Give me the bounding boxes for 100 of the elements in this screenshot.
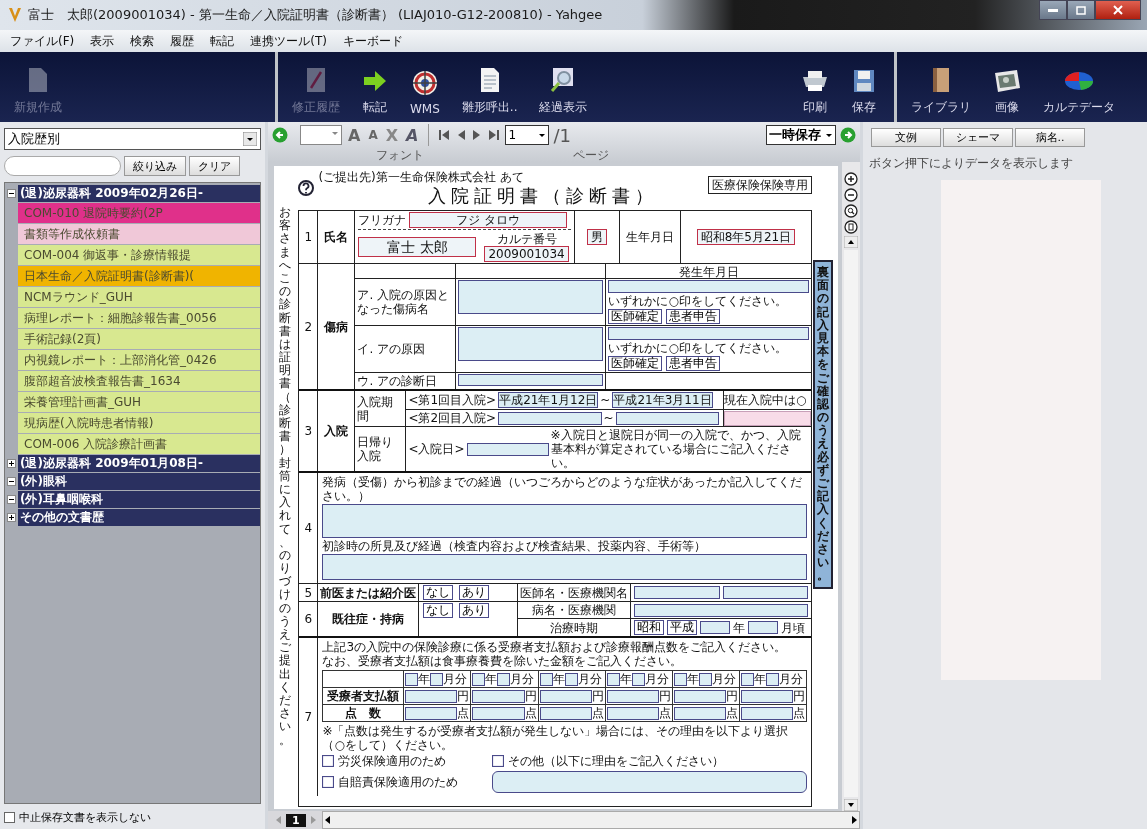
menu-item[interactable]: 履歴: [170, 32, 195, 50]
minimize-button[interactable]: [1039, 0, 1067, 20]
input-field[interactable]: [430, 672, 444, 686]
input-field[interactable]: [634, 586, 720, 599]
input-field[interactable]: [472, 689, 525, 703]
tree-item[interactable]: 手術記録(2頁): [18, 329, 260, 349]
input-field[interactable]: [615, 411, 719, 425]
text-area[interactable]: [322, 504, 807, 538]
input-field[interactable]: [564, 672, 578, 686]
menu-item[interactable]: 連携ツール(T): [250, 32, 327, 50]
input-field[interactable]: [608, 280, 809, 293]
tree-item[interactable]: 内視鏡レポート：上部消化管_0426: [18, 350, 260, 370]
toolbar-button[interactable]: ライブラリ: [907, 67, 975, 116]
panel-button[interactable]: シェーマ: [943, 128, 1013, 147]
tree-item[interactable]: NCMラウンド_GUH: [18, 287, 260, 307]
input-field[interactable]: [539, 706, 592, 720]
toolbar-button[interactable]: 印刷: [796, 69, 834, 116]
input-field[interactable]: [458, 280, 604, 314]
birth-date-field[interactable]: 昭和8年5月21日: [696, 229, 796, 245]
tree-item[interactable]: 腹部超音波検査報告書_1634: [18, 371, 260, 391]
option-button[interactable]: 平成: [667, 620, 698, 635]
input-field[interactable]: [673, 689, 726, 703]
name-field[interactable]: 富士 太郎: [358, 237, 477, 257]
font-button[interactable]: A: [346, 125, 363, 145]
tree-item[interactable]: 病理レポート：細胞診報告書_0056: [18, 308, 260, 328]
menu-item[interactable]: ファイル(F): [10, 32, 75, 50]
font-button[interactable]: A: [366, 128, 380, 142]
option-button[interactable]: あり: [459, 585, 490, 600]
zoom-out-icon[interactable]: [844, 188, 858, 202]
input-field[interactable]: [724, 410, 811, 426]
scroll-up-icon[interactable]: [844, 236, 858, 248]
zoom-in-icon[interactable]: [844, 172, 858, 186]
input-field[interactable]: [498, 411, 602, 425]
go-icon[interactable]: [840, 127, 856, 143]
input-field[interactable]: [700, 621, 731, 634]
page-dropdown[interactable]: 1: [505, 125, 550, 145]
input-field[interactable]: [606, 706, 659, 720]
panel-button[interactable]: 病名..: [1015, 128, 1085, 147]
scroll-down-icon[interactable]: [844, 799, 858, 811]
checkbox-icon[interactable]: [322, 776, 335, 788]
input-field[interactable]: [539, 672, 553, 686]
input-field[interactable]: [405, 689, 458, 703]
option-button[interactable]: 患者申告: [666, 356, 721, 371]
tree-item[interactable]: 日本生命／入院証明書(診断書)(: [18, 266, 260, 286]
menu-item[interactable]: キーボード: [342, 32, 403, 50]
option-button[interactable]: なし: [423, 603, 454, 618]
option-button[interactable]: あり: [459, 603, 490, 618]
last-page-icon[interactable]: [487, 128, 502, 142]
horizontal-scrollbar[interactable]: [321, 811, 860, 829]
toolbar-button[interactable]: 保存: [848, 69, 880, 116]
text-area[interactable]: [322, 554, 807, 580]
input-field[interactable]: [458, 327, 604, 361]
tree-item[interactable]: 栄養管理計画書_GUH: [18, 392, 260, 412]
input-field[interactable]: [765, 672, 779, 686]
expand-icon[interactable]: [7, 459, 16, 468]
input-field[interactable]: [497, 672, 511, 686]
input-field[interactable]: [740, 689, 793, 703]
input-field[interactable]: [698, 672, 712, 686]
collapse-icon[interactable]: [7, 477, 16, 486]
toolbar-button[interactable]: 画像: [989, 69, 1025, 116]
input-field[interactable]: [539, 689, 592, 703]
chart-number-field[interactable]: 2009001034: [484, 246, 569, 262]
first-page-icon[interactable]: [437, 128, 452, 142]
input-field[interactable]: [634, 603, 808, 617]
reason-checkbox[interactable]: その他（以下に理由をご記入ください）: [492, 754, 807, 768]
input-field[interactable]: [405, 706, 458, 720]
input-field[interactable]: [606, 672, 620, 686]
toolbar-button[interactable]: 雛形呼出..: [457, 67, 522, 116]
menu-item[interactable]: 検索: [130, 32, 155, 50]
save-mode-dropdown[interactable]: 一時保存: [766, 125, 836, 145]
maximize-button[interactable]: [1067, 0, 1095, 20]
text-area[interactable]: [492, 771, 807, 793]
tree-item[interactable]: 現病歴(入院時患者情報): [18, 413, 260, 433]
font-button[interactable]: A: [404, 125, 421, 145]
toolbar-button[interactable]: カルテデータ: [1039, 69, 1119, 116]
input-field[interactable]: [472, 706, 525, 720]
menu-item[interactable]: 転記: [210, 32, 235, 50]
input-field[interactable]: [722, 586, 808, 599]
start-date-field[interactable]: 平成21年1月12日: [498, 392, 599, 408]
sheet-tab[interactable]: 1: [286, 813, 306, 827]
input-field[interactable]: [608, 327, 809, 340]
collapse-icon[interactable]: [7, 495, 16, 504]
input-field[interactable]: [673, 672, 687, 686]
input-field[interactable]: [631, 672, 645, 686]
collapse-icon[interactable]: [7, 189, 16, 198]
panel-button[interactable]: 文例: [871, 128, 941, 147]
close-button[interactable]: [1095, 0, 1141, 20]
vertical-scrollbar[interactable]: [842, 162, 860, 811]
toolbar-button[interactable]: WMS: [406, 70, 444, 116]
sex-field[interactable]: 男: [587, 229, 607, 245]
filter-button[interactable]: クリア: [189, 156, 240, 176]
reason-checkbox[interactable]: 自賠責保険適用のため: [322, 771, 483, 793]
option-button[interactable]: 医師確定: [608, 309, 663, 324]
page-view-icon[interactable]: [844, 220, 858, 234]
checkbox-icon[interactable]: [4, 812, 15, 823]
option-button[interactable]: 患者申告: [666, 309, 721, 324]
option-button[interactable]: 昭和: [634, 620, 665, 635]
hide-stopped-checkbox[interactable]: 中止保存文書を表示しない: [4, 810, 261, 825]
menu-item[interactable]: 表示: [90, 32, 115, 50]
toolbar-button[interactable]: 転記: [358, 69, 392, 116]
